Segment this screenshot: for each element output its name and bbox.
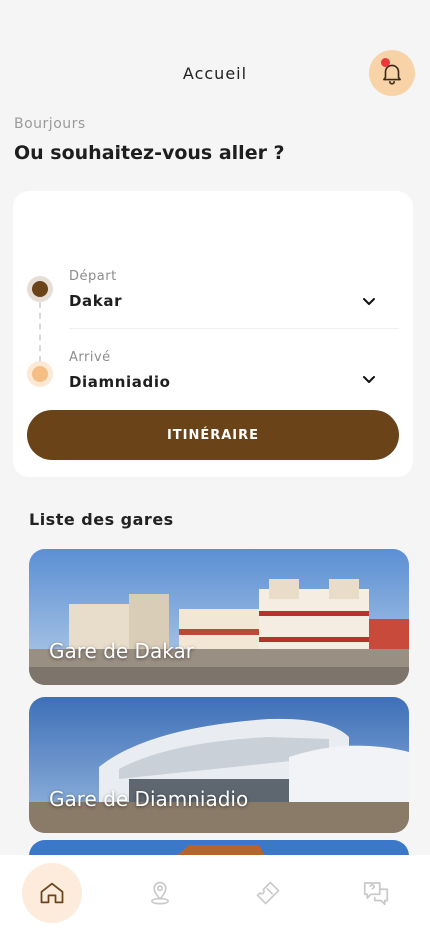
stations-section-title: Liste des gares — [29, 510, 174, 529]
arrive-marker-icon — [27, 361, 53, 387]
depart-marker-icon — [27, 276, 53, 302]
notifications-button[interactable] — [369, 50, 415, 96]
station-name: Gare de Diamniadio — [49, 787, 249, 811]
tab-help[interactable] — [346, 863, 406, 923]
greeting-text: Bourjours — [14, 116, 86, 132]
station-card-diamniadio[interactable]: Gare de Diamniadio — [29, 697, 409, 833]
help-chat-icon — [363, 882, 389, 906]
tab-map[interactable] — [130, 863, 190, 923]
depart-value: Dakar — [69, 292, 123, 310]
arrive-label: Arrivé — [69, 350, 111, 365]
tab-tickets[interactable] — [238, 863, 298, 923]
tab-home[interactable] — [22, 863, 82, 923]
route-connector — [39, 302, 41, 362]
station-card-dakar[interactable]: Gare de Dakar — [29, 549, 409, 685]
station-name: Gare de Dakar — [49, 639, 194, 663]
station-photo — [29, 549, 409, 685]
depart-label: Départ — [69, 269, 117, 284]
arrive-value: Diamniadio — [69, 373, 171, 391]
destination-question: Ou souhaitez-vous aller ? — [14, 142, 285, 164]
home-icon — [40, 882, 64, 904]
itinerary-button[interactable]: ITINÉRAIRE — [27, 410, 399, 460]
route-card: Départ Dakar Arrivé Diamniadio ITINÉRAIR… — [13, 191, 413, 477]
chevron-down-icon[interactable] — [361, 294, 377, 310]
chevron-down-icon[interactable] — [361, 372, 377, 388]
station-photo — [29, 697, 409, 833]
header: Accueil — [0, 0, 430, 110]
bottom-tab-bar — [0, 855, 430, 931]
field-divider — [69, 328, 399, 329]
ticket-icon — [256, 881, 280, 905]
page-title: Accueil — [182, 64, 248, 83]
notification-badge — [381, 58, 390, 67]
map-pin-icon — [151, 881, 169, 905]
